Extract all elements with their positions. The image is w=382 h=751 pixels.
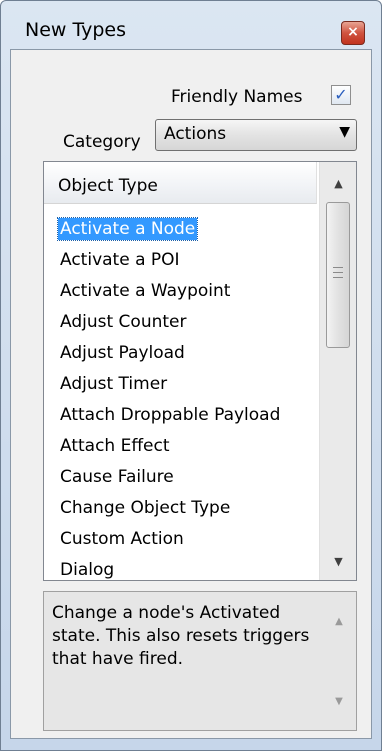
scroll-down-icon[interactable]: ▼ [320, 544, 356, 580]
list-item-label: Cause Failure [60, 467, 174, 487]
list-item[interactable]: Cause Failure [44, 462, 317, 493]
scroll-thumb[interactable] [326, 202, 350, 348]
friendly-names-checkbox[interactable]: ✓ [331, 85, 351, 105]
list-item-label: Activate a Node [56, 217, 199, 241]
list-item[interactable]: Activate a Node [44, 214, 317, 245]
list-scrollbar[interactable]: ▲ ▼ [319, 162, 356, 580]
list-column-header[interactable]: Object Type [44, 162, 317, 204]
new-types-window: New Types × Friendly Names ✓ Category Ac… [0, 0, 382, 751]
category-select[interactable]: Actions ▼ [155, 119, 357, 151]
list-item[interactable]: Dialog [44, 555, 317, 580]
scroll-up-icon[interactable]: ▲ [320, 166, 356, 202]
list-item[interactable]: Activate a Waypoint [44, 276, 317, 307]
grip-icon [333, 267, 343, 282]
list-item[interactable]: Change Object Type [44, 493, 317, 524]
list-item-label: Adjust Counter [60, 312, 187, 332]
list-item-label: Change Object Type [60, 498, 231, 518]
list-item-label: Adjust Timer [60, 374, 168, 394]
close-button[interactable]: × [341, 21, 365, 45]
scroll-up-icon[interactable]: ▲ [329, 616, 349, 632]
list-item[interactable]: Adjust Counter [44, 307, 317, 338]
description-text: Change a node's Activated state. This al… [52, 603, 310, 669]
scroll-down-icon[interactable]: ▼ [329, 696, 349, 712]
list-item-label: Activate a Waypoint [60, 281, 231, 301]
window-title: New Types [25, 19, 127, 41]
list-item[interactable]: Attach Effect [44, 431, 317, 462]
chevron-down-icon: ▼ [339, 124, 350, 140]
category-label: Category [63, 132, 141, 152]
object-type-list[interactable]: Object Type Activate a Node Activate a P… [43, 161, 357, 581]
list-item[interactable]: Activate a POI [44, 245, 317, 276]
title-bar[interactable]: New Types × [1, 1, 381, 51]
close-icon: × [347, 24, 359, 40]
list-item[interactable]: Adjust Payload [44, 338, 317, 369]
list-column-header-label: Object Type [58, 176, 158, 196]
list-item-label: Dialog [60, 560, 115, 580]
list-item-label: Custom Action [60, 529, 184, 549]
list-item[interactable]: Adjust Timer [44, 369, 317, 400]
checkmark-icon: ✓ [334, 85, 348, 104]
list-item-label: Attach Effect [60, 436, 170, 456]
list-item-label: Attach Droppable Payload [60, 405, 281, 425]
list-items: Activate a Node Activate a POI Activate … [44, 214, 317, 580]
list-item-label: Activate a POI [60, 250, 180, 270]
list-item[interactable]: Attach Droppable Payload [44, 400, 317, 431]
category-select-value: Actions [164, 124, 227, 144]
list-item-label: Adjust Payload [60, 343, 185, 363]
list-item[interactable]: Custom Action [44, 524, 317, 555]
description-box[interactable]: Change a node's Activated state. This al… [43, 591, 357, 731]
friendly-names-label: Friendly Names [171, 87, 303, 107]
